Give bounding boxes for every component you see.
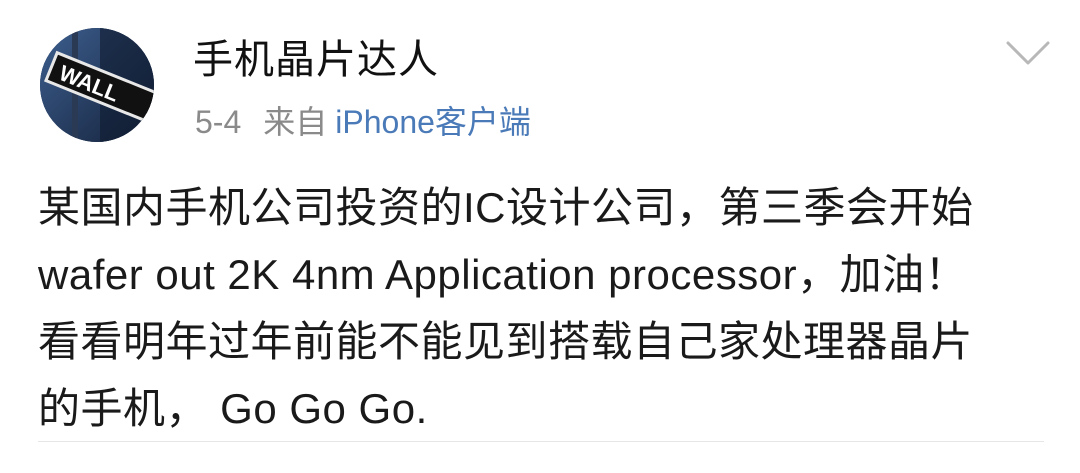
post-body-line: 的手机， Go Go Go. bbox=[38, 385, 428, 432]
divider bbox=[38, 441, 1044, 442]
post-body-line: 某国内手机公司投资的IC设计公司，第三季会开始 bbox=[38, 184, 974, 231]
post-source-link[interactable]: iPhone客户端 bbox=[335, 104, 531, 140]
username[interactable]: 手机晶片达人 bbox=[193, 34, 439, 86]
post-meta: 5-4 来自 iPhone客户端 bbox=[195, 100, 531, 144]
post-body-line: wafer out 2K 4nm Application processor，加… bbox=[38, 251, 968, 298]
post-body: 某国内手机公司投资的IC设计公司，第三季会开始 wafer out 2K 4nm… bbox=[38, 174, 1048, 442]
post-date: 5-4 bbox=[195, 104, 242, 140]
source-prefix: 来自 bbox=[263, 104, 328, 140]
chevron-down-icon[interactable] bbox=[1005, 38, 1051, 68]
weibo-post: WALL 手机晶片达人 5-4 来自 iPhone客户端 某国内手机公司投资的IC设… bbox=[0, 0, 1080, 473]
avatar[interactable]: WALL bbox=[40, 28, 154, 142]
post-body-line: 看看明年过年前能不能见到搭载自己家处理器晶片 bbox=[38, 318, 974, 365]
avatar-image: WALL bbox=[40, 28, 154, 142]
